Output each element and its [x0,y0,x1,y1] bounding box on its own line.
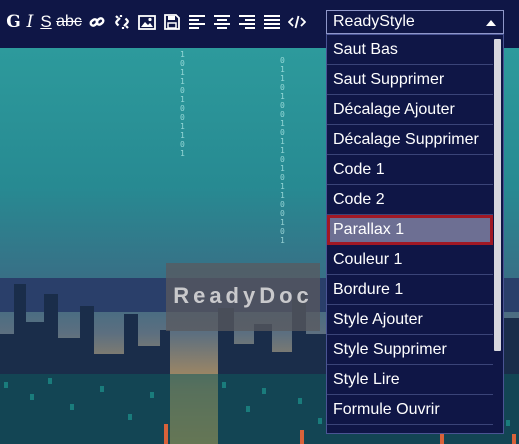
align-right-icon[interactable] [234,10,259,34]
dropdown-item[interactable]: Décalage Supprimer [327,125,493,155]
dropdown-item[interactable]: Style Ajouter [327,305,493,335]
image-icon[interactable] [134,10,159,34]
dropdown-item[interactable]: Style Supprimer [327,335,493,365]
dropdown-item-selected[interactable]: Parallax 1 [327,215,493,245]
dropdown-item[interactable]: Saut Bas [327,35,493,65]
dropdown-item[interactable]: Décalage Ajouter [327,95,493,125]
dropdown-item[interactable]: Couleur 1 [327,245,493,275]
logo-text: ReadyDoc [173,283,313,308]
bold-button[interactable]: G [5,10,22,34]
unlink-icon[interactable] [109,10,134,34]
code-icon[interactable] [284,10,309,34]
logo-box: ReadyDoc [166,263,320,331]
code-rain-column: 0 1 1 0 1 0 0 1 0 1 1 0 1 0 1 1 0 0 1 0 … [280,56,285,245]
align-center-icon[interactable] [209,10,234,34]
dropdown-item[interactable]: Style Lire [327,365,493,395]
style-dropdown-list[interactable]: Saut Bas Saut Supprimer Décalage Ajouter… [326,34,504,434]
dropdown-item[interactable]: Saut Supprimer [327,65,493,95]
save-icon[interactable] [159,10,184,34]
underline-button[interactable]: S [38,10,54,34]
align-justify-icon[interactable] [259,10,284,34]
code-rain-column: 1 0 1 1 0 1 0 0 1 1 0 1 [180,50,185,158]
style-select-value: ReadyStyle [333,13,415,30]
dropdown-item[interactable]: Code 2 [327,185,493,215]
style-select[interactable]: ReadyStyle [326,10,504,34]
format-buttons: G I S abc [0,10,309,34]
dropdown-item[interactable]: Bordure 1 [327,275,493,305]
dropdown-item[interactable]: Code 1 [327,155,493,185]
strikethrough-button[interactable]: abc [54,10,84,34]
align-left-icon[interactable] [184,10,209,34]
italic-button[interactable]: I [22,10,38,34]
dropdown-scrollbar-thumb[interactable] [494,39,501,351]
dropdown-item[interactable]: Formule Ouvrir [327,395,493,425]
caret-up-icon [486,20,496,26]
link-icon[interactable] [84,10,109,34]
